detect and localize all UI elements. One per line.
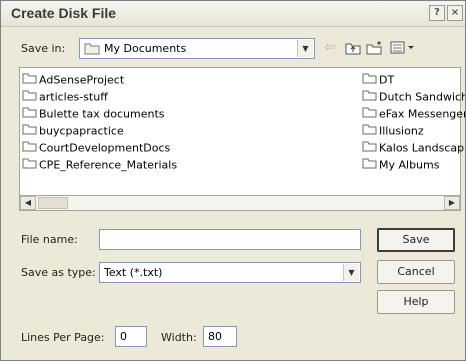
chevron-down-icon[interactable]: ▼ [297,40,313,57]
folder-icon [22,72,37,89]
create-disk-file-dialog: Create Disk File ? × Save in: My Documen… [0,0,466,361]
folder-item[interactable]: My Albums [362,157,439,173]
folder-item[interactable]: eFax Messenger [362,106,466,123]
folder-item[interactable]: CourtDevelopmentDocs [22,140,170,156]
folder-name: AdSenseProject [39,73,125,87]
folder-item[interactable]: CPE_Reference_Materials [22,157,177,173]
folder-icon [22,123,37,140]
folder-name: articles-stuff [39,90,108,104]
folder-icon [22,157,37,174]
new-folder-icon[interactable] [365,38,385,58]
folder-name: Kalos Landscapin [379,141,466,155]
folder-item[interactable]: Illusionz [362,123,424,139]
folder-name: CPE_Reference_Materials [39,158,178,172]
folder-icon [362,157,377,174]
width-input[interactable]: 80 [203,326,237,347]
up-folder-icon[interactable] [343,38,363,58]
folder-item[interactable]: Dutch Sandwich [362,89,466,106]
file-name-label: File name: [21,233,78,246]
folder-icon [362,123,377,140]
file-name-input[interactable] [99,229,361,250]
folder-item[interactable]: Bulette tax documents [22,106,165,122]
folder-item[interactable]: AdSenseProject [22,72,124,88]
folder-icon [362,106,377,123]
folder-icon [362,72,377,89]
folder-name: eFax Messenger [379,107,466,121]
folder-name: Bulette tax documents [39,107,165,121]
help-title-button[interactable]: ? [429,5,445,21]
save-in-value: My Documents [104,42,187,55]
cancel-button[interactable]: Cancel [377,260,455,284]
width-label: Width: [161,331,197,344]
folder-icon [362,140,377,157]
folder-item[interactable]: Kalos Landscapin [362,140,466,157]
folder-name: buycpapractice [39,124,124,138]
folder-icon [362,89,377,106]
folder-item[interactable]: DT [362,72,394,88]
lines-per-page-input[interactable]: 0 [115,326,147,347]
save-in-dropdown[interactable]: My Documents ▼ [79,38,315,59]
folder-icon [22,106,37,123]
window-title: Create Disk File [11,5,117,21]
folder-name: DT [379,73,395,87]
views-menu-icon[interactable] [389,38,417,58]
chevron-down-icon[interactable]: ▼ [343,264,359,281]
file-list[interactable]: AdSenseProject articles-stuff Bulette ta… [19,67,465,211]
folder-item[interactable]: articles-stuff [22,89,108,105]
folder-name: CourtDevelopmentDocs [39,141,171,155]
lines-per-page-label: Lines Per Page: [21,331,105,344]
folder-icon [22,140,37,157]
my-documents-folder-icon [84,42,100,58]
folder-item[interactable]: buycpapractice [22,123,124,139]
folder-icon [22,89,37,106]
scroll-left-icon[interactable]: ◀ [20,196,36,210]
title-bar[interactable]: Create Disk File ? × [1,1,465,27]
help-button[interactable]: Help [377,290,455,314]
folder-name: Dutch Sandwich [379,90,466,104]
save-as-type-label: Save as type: [21,266,96,279]
scroll-right-icon[interactable]: ▶ [444,196,460,210]
save-button[interactable]: Save [377,228,455,252]
scroll-thumb[interactable] [38,197,68,209]
save-in-label: Save in: [21,42,66,55]
back-arrow-icon[interactable]: ⇦ [321,38,339,58]
save-as-type-dropdown[interactable]: Text (*.txt) ▼ [99,262,361,283]
folder-name: Illusionz [379,124,424,138]
save-as-type-value: Text (*.txt) [104,266,163,279]
close-title-button[interactable]: × [447,5,463,21]
folder-name: My Albums [379,158,440,172]
horizontal-scrollbar[interactable]: ◀ ▶ [19,195,461,211]
